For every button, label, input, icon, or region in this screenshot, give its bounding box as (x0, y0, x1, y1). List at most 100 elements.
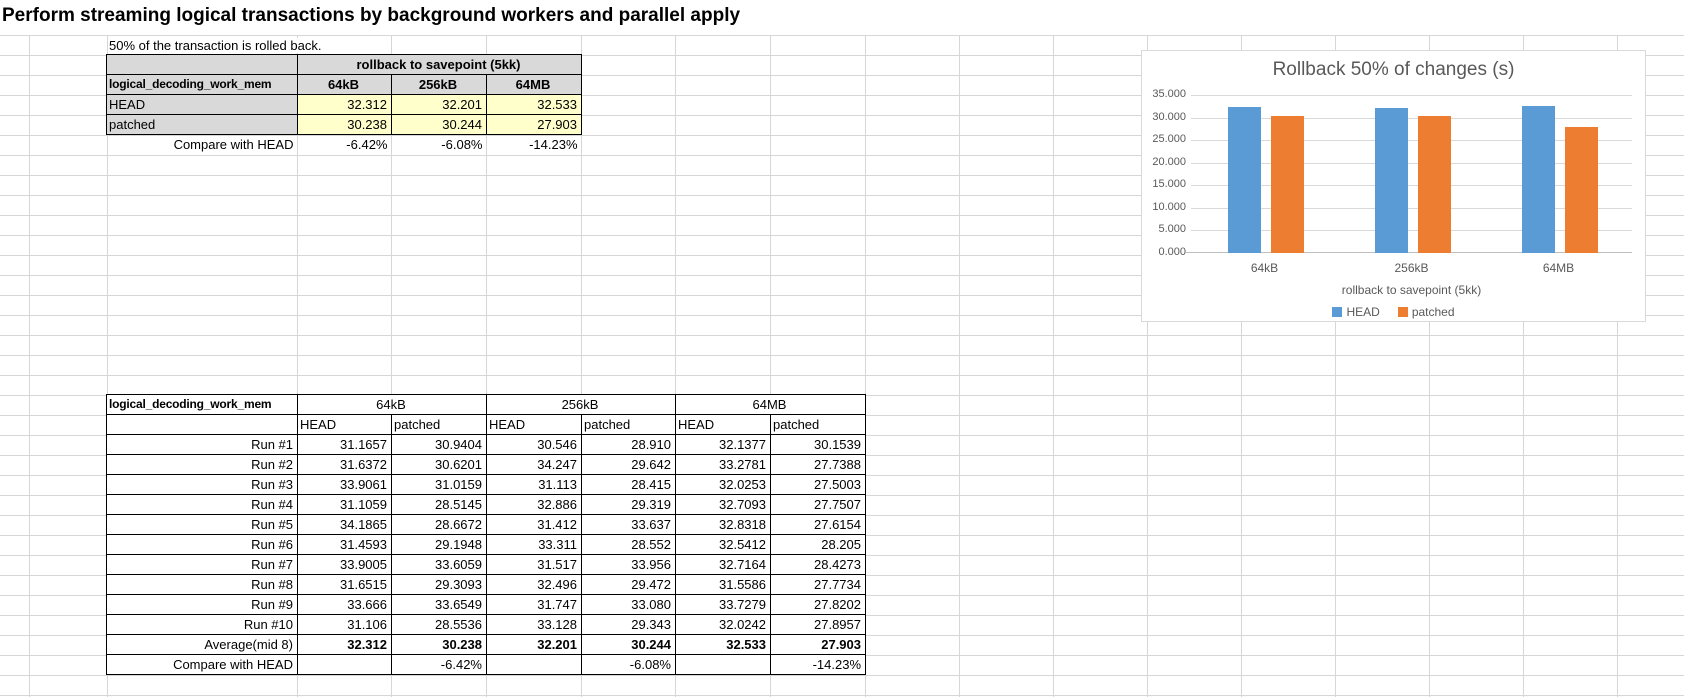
table-cell[interactable]: 33.128 (487, 615, 582, 635)
table-cell[interactable]: 28.5536 (392, 615, 487, 635)
table-cell[interactable]: 32.312 (298, 95, 392, 115)
chart-bar-HEAD[interactable] (1375, 108, 1408, 253)
table-cell[interactable]: 31.4593 (298, 535, 392, 555)
table-cell[interactable]: 31.747 (487, 595, 582, 615)
table-cell[interactable]: 31.113 (487, 475, 582, 495)
note-text[interactable]: 50% of the transaction is rolled back. (109, 38, 321, 53)
table-cell[interactable]: -6.42% (298, 135, 392, 155)
table-cell[interactable]: -6.42% (392, 655, 487, 675)
table-cell[interactable]: 27.903 (487, 115, 582, 135)
table-cell[interactable]: 30.1539 (771, 435, 866, 455)
span-header-cell[interactable]: rollback to savepoint (5kk) (298, 55, 582, 75)
row-header-cell[interactable]: logical_decoding_work_mem (107, 395, 298, 415)
table-cell[interactable]: 33.080 (582, 595, 676, 615)
table-cell[interactable]: 31.6515 (298, 575, 392, 595)
row-label[interactable]: Run #5 (107, 515, 298, 535)
sub-header-cell[interactable]: HEAD (487, 415, 582, 435)
table-cell[interactable] (676, 655, 771, 675)
table-cell[interactable]: 34.1865 (298, 515, 392, 535)
row-label[interactable]: patched (107, 115, 298, 135)
legend-item-HEAD[interactable]: HEAD (1332, 305, 1379, 319)
table-cell[interactable]: 32.7093 (676, 495, 771, 515)
table-cell[interactable]: 29.472 (582, 575, 676, 595)
table-cell[interactable]: 33.2781 (676, 455, 771, 475)
row-header-cell[interactable]: logical_decoding_work_mem (107, 75, 298, 95)
table-cell[interactable]: -14.23% (771, 655, 866, 675)
table-cell[interactable]: 27.8957 (771, 615, 866, 635)
table-cell[interactable]: 31.1059 (298, 495, 392, 515)
row-label[interactable]: HEAD (107, 95, 298, 115)
row-label[interactable]: Average(mid 8) (107, 635, 298, 655)
column-header-cell[interactable]: 64MB (487, 75, 582, 95)
table-cell[interactable]: 30.244 (392, 115, 487, 135)
table-cell[interactable]: 29.319 (582, 495, 676, 515)
table-cell[interactable]: -6.08% (392, 135, 487, 155)
table-cell[interactable]: 32.7164 (676, 555, 771, 575)
table-cell[interactable]: 31.412 (487, 515, 582, 535)
legend-item-patched[interactable]: patched (1398, 305, 1455, 319)
sub-header-cell[interactable]: patched (582, 415, 676, 435)
sub-header-cell[interactable]: patched (771, 415, 866, 435)
table-cell[interactable]: 28.205 (771, 535, 866, 555)
sub-header-cell[interactable]: patched (392, 415, 487, 435)
row-label[interactable]: Compare with HEAD (107, 655, 298, 675)
table-cell[interactable]: 31.106 (298, 615, 392, 635)
table-cell[interactable]: 29.343 (582, 615, 676, 635)
table-cell[interactable]: 31.0159 (392, 475, 487, 495)
table-cell[interactable]: 32.5412 (676, 535, 771, 555)
table-cell[interactable]: 28.910 (582, 435, 676, 455)
table-cell[interactable]: 27.6154 (771, 515, 866, 535)
row-label[interactable]: Run #3 (107, 475, 298, 495)
table-cell[interactable]: 28.6672 (392, 515, 487, 535)
table-cell[interactable]: 30.9404 (392, 435, 487, 455)
table-cell[interactable]: 29.642 (582, 455, 676, 475)
chart-bar-patched[interactable] (1565, 127, 1598, 253)
row-label[interactable]: Run #6 (107, 535, 298, 555)
row-label[interactable]: Run #10 (107, 615, 298, 635)
table-cell[interactable]: 27.7388 (771, 455, 866, 475)
chart-bar-patched[interactable] (1271, 116, 1304, 253)
column-header-cell[interactable]: 256kB (392, 75, 487, 95)
table-cell[interactable]: 33.311 (487, 535, 582, 555)
table-cell[interactable]: 28.415 (582, 475, 676, 495)
table-cell[interactable]: 32.1377 (676, 435, 771, 455)
table-cell[interactable]: 33.637 (582, 515, 676, 535)
table-cell[interactable]: 30.238 (392, 635, 487, 655)
table-cell[interactable]: 32.312 (298, 635, 392, 655)
table-cell[interactable]: 28.5145 (392, 495, 487, 515)
table-cell[interactable]: 29.1948 (392, 535, 487, 555)
table-cell[interactable]: 32.0242 (676, 615, 771, 635)
table-cell[interactable]: 33.666 (298, 595, 392, 615)
table-cell[interactable]: 31.517 (487, 555, 582, 575)
table-cell[interactable]: 32.201 (392, 95, 487, 115)
row-label[interactable]: Run #4 (107, 495, 298, 515)
table-cell[interactable]: 31.5586 (676, 575, 771, 595)
table-cell[interactable]: 33.6549 (392, 595, 487, 615)
row-label[interactable]: Run #9 (107, 595, 298, 615)
chart-bar-HEAD[interactable] (1228, 107, 1261, 253)
table-cell[interactable]: 33.9005 (298, 555, 392, 575)
table-cell[interactable]: 29.3093 (392, 575, 487, 595)
column-header-cell[interactable]: 64kB (298, 75, 392, 95)
table-cell[interactable]: -6.08% (582, 655, 676, 675)
sub-header-cell[interactable]: HEAD (676, 415, 771, 435)
table-cell[interactable]: 27.7734 (771, 575, 866, 595)
table-cell[interactable] (107, 415, 298, 435)
table-cell[interactable]: 30.6201 (392, 455, 487, 475)
table-cell[interactable]: 33.9061 (298, 475, 392, 495)
table-cell[interactable]: 27.903 (771, 635, 866, 655)
table-cell[interactable]: 30.244 (582, 635, 676, 655)
table-cell[interactable]: 27.5003 (771, 475, 866, 495)
row-label[interactable]: Run #7 (107, 555, 298, 575)
sub-header-cell[interactable]: HEAD (298, 415, 392, 435)
table-cell[interactable]: -14.23% (487, 135, 582, 155)
page-title[interactable]: Perform streaming logical transactions b… (2, 5, 746, 27)
row-label[interactable]: Run #2 (107, 455, 298, 475)
row-label[interactable]: Run #8 (107, 575, 298, 595)
table-cell[interactable]: 30.238 (298, 115, 392, 135)
table-cell[interactable]: 34.247 (487, 455, 582, 475)
chart-bar-patched[interactable] (1418, 116, 1451, 253)
chart-bar-HEAD[interactable] (1522, 106, 1555, 253)
table-cell[interactable]: 32.0253 (676, 475, 771, 495)
table-cell[interactable]: 31.1657 (298, 435, 392, 455)
